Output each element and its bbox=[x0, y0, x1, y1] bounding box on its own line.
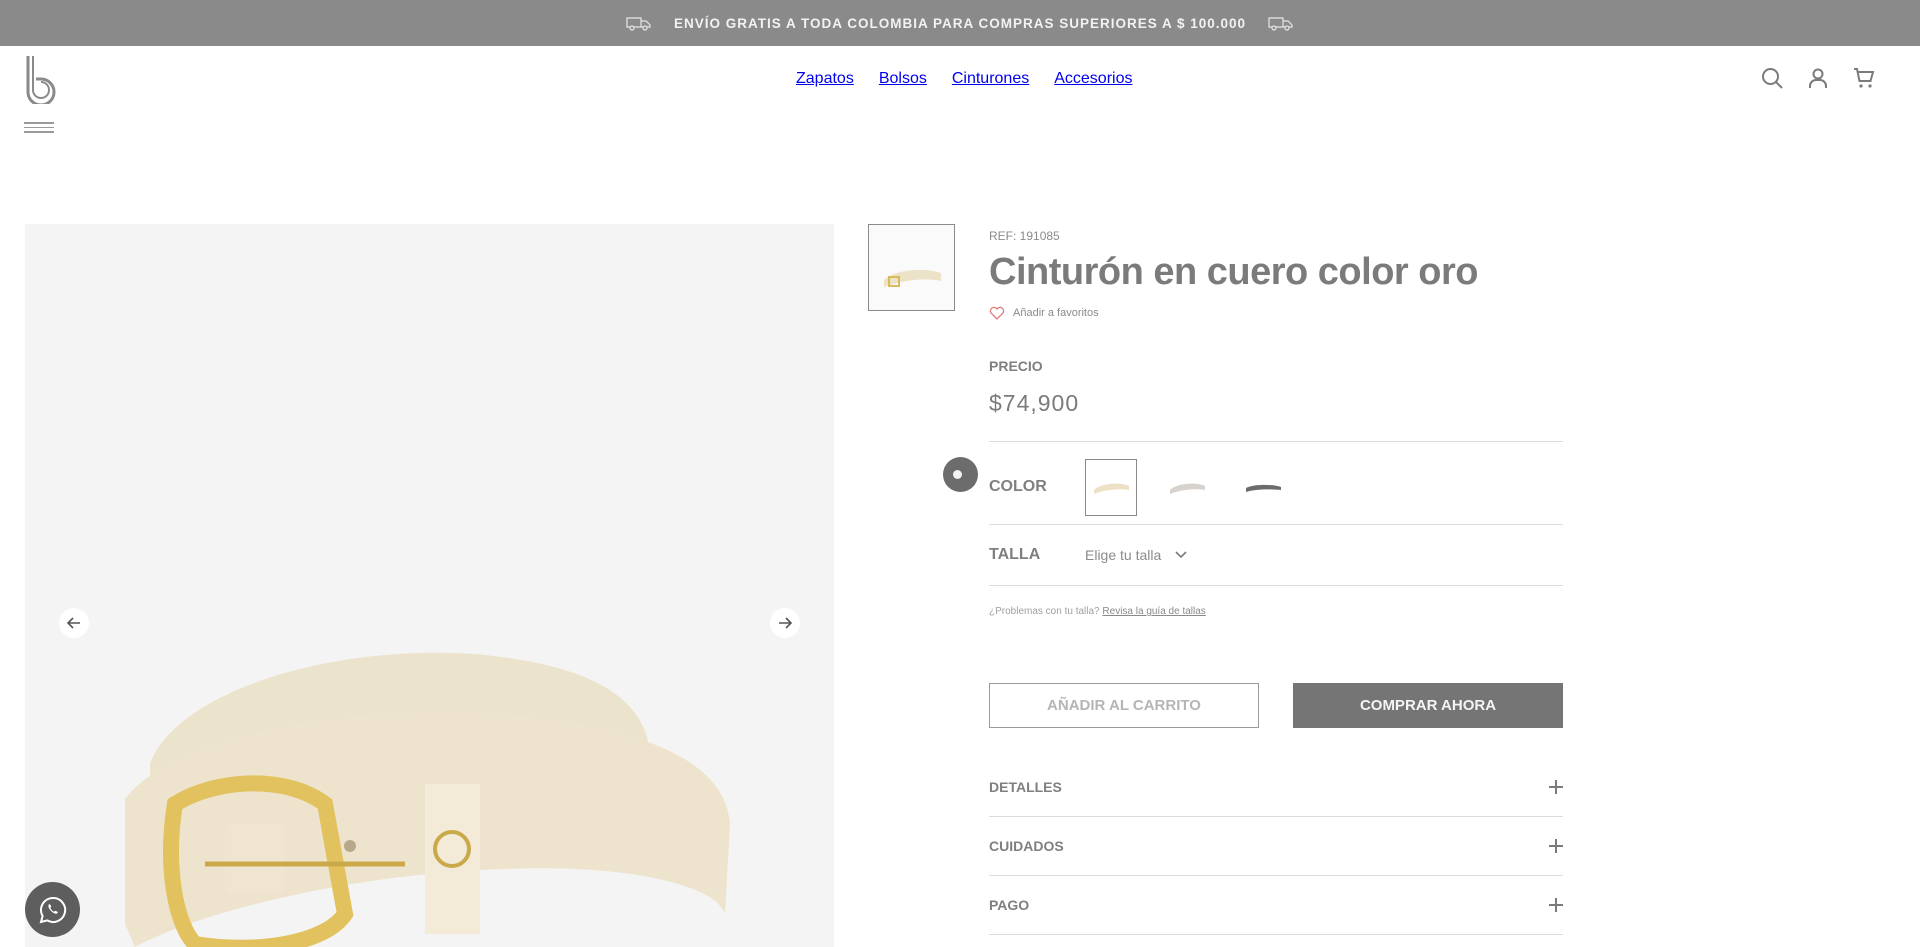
chevron-down-icon bbox=[1175, 551, 1187, 559]
site-header: Zapatos Bolsos Cinturones Accesorios bbox=[0, 46, 1920, 146]
purchase-buttons: AÑADIR AL CARRITO COMPRAR AHORA bbox=[989, 683, 1563, 728]
color-label: COLOR bbox=[989, 478, 1047, 495]
accordion-label: PAGO bbox=[989, 897, 1030, 913]
product-image bbox=[125, 652, 730, 947]
next-image-button[interactable] bbox=[770, 608, 800, 638]
divider bbox=[989, 441, 1563, 442]
announcement-text: ENVÍO GRATIS A TODA COLOMBIA PARA COMPRA… bbox=[673, 15, 1247, 31]
floating-indicator[interactable] bbox=[943, 457, 978, 492]
nav-item-bolsos[interactable]: Bolsos bbox=[879, 70, 927, 88]
accordion-payment[interactable]: PAGO bbox=[989, 876, 1563, 935]
accordion-care[interactable]: CUIDADOS bbox=[989, 817, 1563, 876]
announcement-bar: ENVÍO GRATIS A TODA COLOMBIA PARA COMPRA… bbox=[0, 0, 1920, 46]
whatsapp-icon bbox=[39, 896, 66, 923]
truck-icon bbox=[1268, 17, 1293, 31]
accordion-label: CUIDADOS bbox=[989, 838, 1064, 854]
swatch-image bbox=[1246, 484, 1281, 492]
size-selector: TALLA Elige tu talla bbox=[989, 525, 1563, 585]
brand-logo[interactable] bbox=[24, 54, 56, 104]
price-label: PRECIO bbox=[989, 358, 1043, 374]
previous-image-button[interactable] bbox=[59, 608, 89, 638]
plus-icon bbox=[1549, 898, 1563, 912]
color-selector: COLOR bbox=[989, 450, 1563, 524]
nav-item-cinturones[interactable]: Cinturones bbox=[952, 70, 1029, 88]
divider bbox=[989, 585, 1563, 586]
size-help: ¿Problemas con tu talla? Revisa la guía … bbox=[989, 606, 1563, 617]
whatsapp-button[interactable] bbox=[25, 882, 80, 937]
favorites-label: Añadir a favoritos bbox=[1013, 307, 1099, 319]
size-label: TALLA bbox=[989, 546, 1041, 563]
heart-icon bbox=[989, 306, 1005, 320]
plus-icon bbox=[1549, 839, 1563, 853]
size-placeholder: Elige tu talla bbox=[1085, 547, 1162, 563]
accordion-details[interactable]: DETALLES bbox=[989, 758, 1563, 817]
main-nav: Zapatos Bolsos Cinturones Accesorios bbox=[796, 70, 1132, 88]
size-dropdown[interactable]: Elige tu talla bbox=[1085, 547, 1187, 563]
product-ref: REF: 191085 bbox=[989, 229, 1060, 243]
swatch-image bbox=[1170, 483, 1205, 494]
cart-icon[interactable] bbox=[1852, 66, 1876, 90]
header-icons bbox=[1760, 66, 1876, 90]
product-accordion: DETALLES CUIDADOS PAGO bbox=[989, 758, 1563, 935]
arrow-right-icon bbox=[779, 617, 792, 629]
swatch-image bbox=[1094, 483, 1129, 494]
size-help-text: ¿Problemas con tu talla? bbox=[989, 606, 1100, 617]
buy-now-button[interactable]: COMPRAR AHORA bbox=[1293, 683, 1563, 728]
user-icon[interactable] bbox=[1806, 66, 1830, 90]
product-thumbnail[interactable] bbox=[868, 224, 955, 311]
color-swatch-silver[interactable] bbox=[1161, 459, 1213, 516]
color-swatch-gold[interactable] bbox=[1085, 458, 1137, 516]
truck-icon bbox=[626, 17, 651, 31]
thumbnail-image bbox=[884, 269, 941, 287]
product-image-gallery bbox=[25, 224, 834, 947]
arrow-left-icon bbox=[67, 617, 80, 629]
nav-item-accesorios[interactable]: Accesorios bbox=[1054, 70, 1132, 88]
color-swatch-dark[interactable] bbox=[1237, 459, 1289, 516]
add-to-cart-button[interactable]: AÑADIR AL CARRITO bbox=[989, 683, 1259, 728]
product-info: REF: 191085 Cinturón en cuero color oro … bbox=[989, 224, 1563, 935]
accordion-label: DETALLES bbox=[989, 779, 1062, 795]
plus-icon bbox=[1549, 780, 1563, 794]
product-title: Cinturón en cuero color oro bbox=[989, 251, 1478, 293]
hamburger-menu-icon[interactable] bbox=[24, 122, 54, 136]
nav-item-zapatos[interactable]: Zapatos bbox=[796, 70, 854, 88]
search-icon[interactable] bbox=[1760, 66, 1784, 90]
product-price: $74,900 bbox=[989, 390, 1080, 416]
add-to-favorites[interactable]: Añadir a favoritos bbox=[989, 306, 1563, 320]
size-guide-link[interactable]: Revisa la guía de tallas bbox=[1102, 606, 1205, 617]
